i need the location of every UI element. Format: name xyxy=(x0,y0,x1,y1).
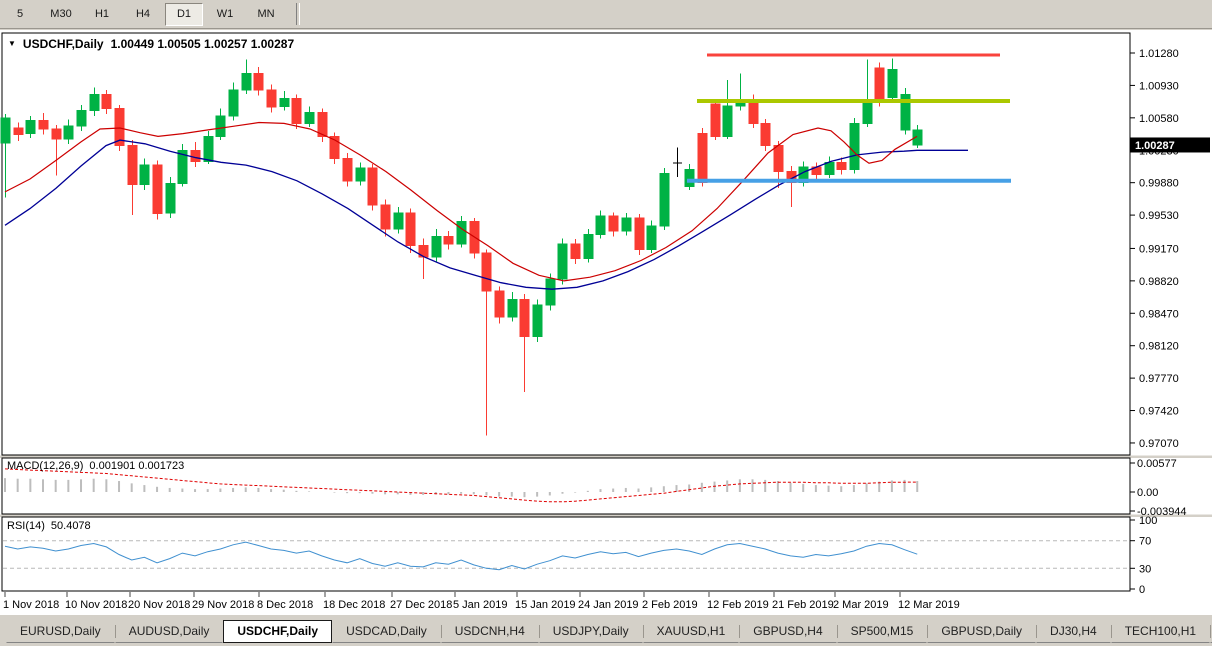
rsi-axis-label: 30 xyxy=(1139,563,1151,575)
price-axis-label: 0.98470 xyxy=(1139,308,1179,320)
date-axis-label: 27 Dec 2018 xyxy=(390,599,452,611)
rsi-value: 50.4078 xyxy=(51,520,91,532)
rsi-panel[interactable] xyxy=(2,517,1130,591)
tab-tech100-h1[interactable]: TECH100,H1 xyxy=(1111,620,1210,643)
macd-axis-label: 0.00577 xyxy=(1137,458,1177,470)
toolbar-separator xyxy=(296,3,300,25)
date-axis-label: 10 Nov 2018 xyxy=(65,599,127,611)
timeframe-button-D1[interactable]: D1 xyxy=(165,3,203,26)
date-axis-label: 20 Nov 2018 xyxy=(128,599,190,611)
tab-usdcnh-h4[interactable]: USDCNH,H4 xyxy=(441,620,539,643)
timeframe-button-M30[interactable]: M30 xyxy=(42,3,80,26)
timeframe-button-H4[interactable]: H4 xyxy=(124,3,162,26)
date-axis-label: 2 Feb 2019 xyxy=(642,599,698,611)
tab-audusd-daily[interactable]: AUDUSD,Daily xyxy=(115,620,224,643)
price-axis-label: 0.99530 xyxy=(1139,210,1179,222)
date-axis-label: 18 Dec 2018 xyxy=(323,599,385,611)
rsi-name: RSI(14) xyxy=(7,520,45,532)
timeframe-button-W1[interactable]: W1 xyxy=(206,3,244,26)
tab-usdchf-daily[interactable]: USDCHF,Daily xyxy=(223,620,332,643)
chart-tab-bar: EURUSD,DailyAUDUSD,DailyUSDCHF,DailyUSDC… xyxy=(0,614,1212,646)
rsi-axis-label: 100 xyxy=(1139,515,1157,527)
timeframe-button-5[interactable]: 5 xyxy=(1,3,39,26)
tab-dj30-h4[interactable]: DJ30,H4 xyxy=(1036,620,1111,643)
price-axis-label: 0.97070 xyxy=(1139,438,1179,450)
macd-indicator-label: MACD(12,26,9) 0.001901 0.001723 xyxy=(7,460,184,472)
price-axis-label: 1.01280 xyxy=(1139,48,1179,60)
terminal-window: 5M30H1H4D1W1MN 1.01280 1.00930 1.00580 1.00… xyxy=(0,0,1212,646)
macd-name: MACD(12,26,9) xyxy=(7,460,83,472)
chart-title: ▼ USDCHF,Daily 1.00449 1.00505 1.00257 1… xyxy=(8,37,294,51)
date-axis-label: 15 Jan 2019 xyxy=(515,599,576,611)
price-axis-label: 0.99170 xyxy=(1139,243,1179,255)
symbol-dropdown-icon[interactable]: ▼ xyxy=(8,40,16,48)
chart-canvas[interactable]: 1.012801.009301.005801.002300.998800.995… xyxy=(0,30,1212,618)
price-axis-label: 0.97770 xyxy=(1139,373,1179,385)
date-axis-label: 21 Feb 2019 xyxy=(772,599,834,611)
tab-gbpusd-h4[interactable]: GBPUSD,H4 xyxy=(739,620,836,643)
price-axis-label: 0.99880 xyxy=(1139,178,1179,190)
date-axis-label: 8 Dec 2018 xyxy=(257,599,313,611)
rsi-indicator-label: RSI(14) 50.4078 xyxy=(7,520,91,532)
chart-ohlc-values: 1.00449 1.00505 1.00257 1.00287 xyxy=(111,37,295,51)
tab-xauusd-h1[interactable]: XAUUSD,H1 xyxy=(643,620,740,643)
chart-symbol-label: USDCHF,Daily xyxy=(23,37,104,51)
tab-usdjpy-daily[interactable]: USDJPY,Daily xyxy=(539,620,643,643)
date-axis-label: 5 Jan 2019 xyxy=(453,599,507,611)
rsi-axis-label: 70 xyxy=(1139,536,1151,548)
date-axis-label: 12 Mar 2019 xyxy=(898,599,960,611)
price-axis-label: 0.97420 xyxy=(1139,406,1179,418)
tab-sp500-m15[interactable]: SP500,M15 xyxy=(837,620,928,643)
date-axis-label: 12 Feb 2019 xyxy=(707,599,769,611)
date-axis-label: 24 Jan 2019 xyxy=(578,599,639,611)
price-axis-label: 1.00580 xyxy=(1139,113,1179,125)
rsi-axis-label: 0 xyxy=(1139,584,1145,596)
macd-values: 0.001901 0.001723 xyxy=(89,460,184,472)
macd-axis-label: 0.00 xyxy=(1137,487,1158,499)
current-price-tag-label: 1.00287 xyxy=(1135,140,1175,152)
price-axis-label: 0.98820 xyxy=(1139,276,1179,288)
timeframe-button-MN[interactable]: MN xyxy=(247,3,285,26)
tab-gbpusd-daily[interactable]: GBPUSD,Daily xyxy=(927,620,1036,643)
price-axis-label: 1.00930 xyxy=(1139,80,1179,92)
date-axis-label: 1 Nov 2018 xyxy=(3,599,59,611)
price-axis-label: 0.98120 xyxy=(1139,341,1179,353)
timeframe-toolbar: 5M30H1H4D1W1MN xyxy=(0,0,1212,29)
tab-eurusd-daily[interactable]: EURUSD,Daily xyxy=(6,620,115,643)
tab-usdcad-daily[interactable]: USDCAD,Daily xyxy=(332,620,441,643)
date-axis-label: 2 Mar 2019 xyxy=(833,599,889,611)
timeframe-button-H1[interactable]: H1 xyxy=(83,3,121,26)
date-axis-label: 29 Nov 2018 xyxy=(192,599,254,611)
